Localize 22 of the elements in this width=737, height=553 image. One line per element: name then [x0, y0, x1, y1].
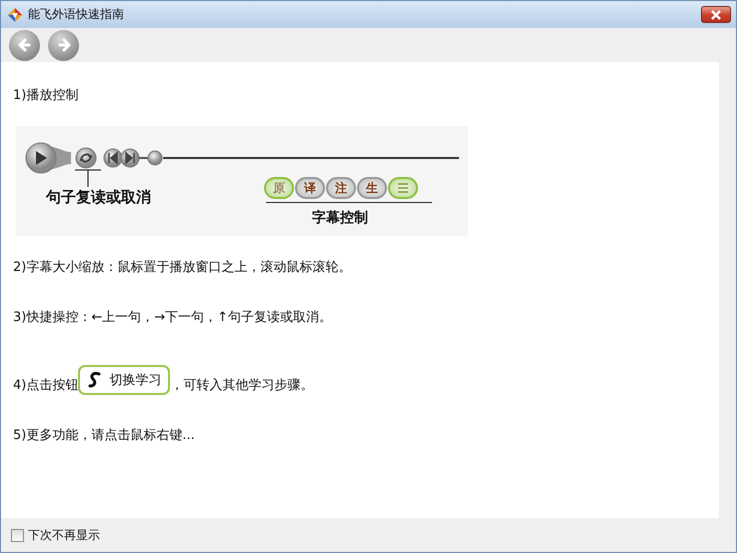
subtitle-button[interactable]: 译 — [295, 177, 325, 199]
list-button[interactable] — [388, 177, 418, 199]
subtitle-button[interactable]: 注 — [326, 177, 356, 199]
checkbox-label[interactable]: 下次不再显示 — [28, 526, 100, 544]
caption-text: 句子复读或取消 — [46, 188, 151, 207]
subtitle-button[interactable]: 生 — [357, 177, 387, 199]
guide-text: ，可转入其他学习步骤。 — [170, 377, 314, 395]
leader-line — [75, 169, 101, 187]
guide-text: 4)点击按钮 — [13, 377, 78, 395]
close-button[interactable] — [701, 6, 731, 23]
swirl-icon[interactable] — [87, 371, 104, 389]
guide-text: 3)快捷操控：←上一句，→下一句，↑句子复读或取消。 — [13, 309, 332, 327]
guide-text: 5)更多功能，请点击鼠标右键... — [13, 427, 195, 445]
checkbox[interactable] — [11, 528, 24, 542]
app-icon — [7, 6, 23, 22]
switch-study-button[interactable]: 切换学习 — [78, 365, 170, 395]
close-icon[interactable] — [710, 10, 722, 20]
guide-text: 2)字幕大小缩放：鼠标置于播放窗口之上，滚动鼠标滚轮。 — [13, 259, 352, 277]
guide-text: 1)播放控制 — [13, 87, 78, 105]
list-icon[interactable] — [397, 183, 409, 193]
window-title: 能飞外语快速指南 — [28, 6, 125, 23]
caption-text: 字幕控制 — [312, 209, 368, 227]
